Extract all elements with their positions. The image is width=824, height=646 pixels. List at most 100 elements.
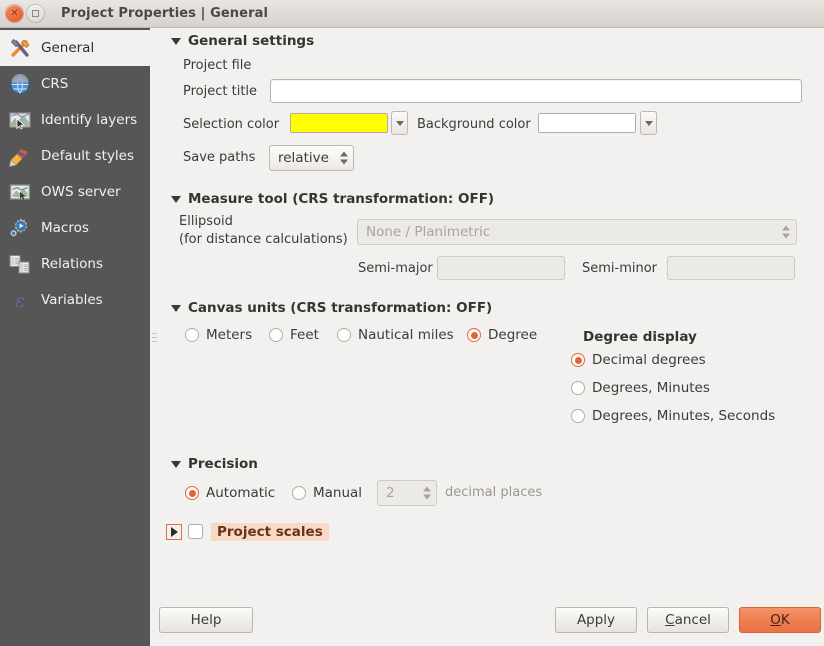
sidebar-item-variables[interactable]: ε Variables [0,282,150,318]
semi-major-label: Semi-major [358,261,433,276]
hammer-wrench-icon [8,36,32,60]
precision-manual[interactable]: Manual [292,485,362,501]
background-color-dropdown[interactable] [640,111,657,135]
apply-button[interactable]: Apply [555,607,637,633]
background-color-label: Background color [417,117,531,132]
general-settings-title: General settings [188,33,314,49]
radio-icon[interactable] [571,353,585,367]
triangle-down-icon[interactable] [171,196,181,203]
sidebar-item-ows-server[interactable]: OWS server [0,174,150,210]
precision-label: Manual [313,485,362,501]
selection-color-swatch[interactable] [290,113,388,133]
canvas-unit-feet[interactable]: Feet [269,327,319,343]
triangle-down-icon[interactable] [171,38,181,45]
paintbrush-icon [8,144,32,168]
spinner-arrows-icon[interactable] [423,487,431,500]
decimal-places-spinbox[interactable]: 2 [377,480,437,506]
canvas-unit-meters[interactable]: Meters [185,327,252,343]
radio-icon[interactable] [571,409,585,423]
settings-panel: General settings Project file Project ti… [159,28,824,646]
measure-tool-title: Measure tool (CRS transformation: OFF) [188,191,494,207]
project-title-input[interactable] [270,79,802,103]
selection-color-label: Selection color [183,117,279,132]
precision-automatic[interactable]: Automatic [185,485,275,501]
semi-major-input[interactable] [437,256,565,280]
globe-icon [8,72,32,96]
sidebar-item-label: General [41,40,94,56]
sidebar-item-default-styles[interactable]: Default styles [0,138,150,174]
gear-play-icon [8,216,32,240]
degree-display-degrees-minutes-seconds[interactable]: Degrees, Minutes, Seconds [571,408,775,424]
ellipsoid-value: None / Planimetric [366,224,490,240]
radio-icon[interactable] [467,328,481,342]
svg-text:ε: ε [15,290,25,312]
general-settings-header[interactable]: General settings [171,33,314,49]
background-color-swatch[interactable] [538,113,636,133]
radio-icon[interactable] [292,486,306,500]
help-button[interactable]: Help [159,607,253,633]
ok-rest: K [781,612,790,628]
radio-icon[interactable] [185,328,199,342]
maximize-icon[interactable] [27,5,44,22]
tables-icon [8,252,32,276]
degree-display-decimal-degrees[interactable]: Decimal degrees [571,352,706,368]
cancel-rest: ancel [675,612,711,628]
panel-splitter[interactable] [150,28,159,646]
project-scales-checkbox[interactable] [188,524,203,539]
sidebar-item-general[interactable]: General [0,30,150,66]
project-scales-expander[interactable] [166,524,182,540]
canvas-units-header[interactable]: Canvas units (CRS transformation: OFF) [171,300,492,316]
save-paths-combo[interactable]: relative [269,145,354,171]
degree-display-label: Degrees, Minutes, Seconds [592,408,775,424]
project-scales-label[interactable]: Project scales [211,523,329,541]
sidebar-item-identify-layers[interactable]: Identify layers [0,102,150,138]
project-file-label: Project file [183,58,251,73]
radio-icon[interactable] [269,328,283,342]
precision-header[interactable]: Precision [171,456,258,472]
degree-display-degrees-minutes[interactable]: Degrees, Minutes [571,380,710,396]
project-file-value [274,56,774,74]
semi-minor-label: Semi-minor [582,261,657,276]
background-color-fill [539,114,635,132]
canvas-unit-label: Feet [290,327,319,343]
epsilon-icon: ε [8,288,32,312]
degree-display-title: Degree display [583,329,697,345]
sidebar-item-label: OWS server [41,184,121,200]
canvas-unit-nautical-miles[interactable]: Nautical miles [337,327,454,343]
sidebar-item-label: Identify layers [41,112,137,128]
cancel-button[interactable]: Cancel [647,607,729,633]
radio-icon[interactable] [185,486,199,500]
selection-color-fill [291,114,387,132]
title-bar: ✕ Project Properties | General [0,0,824,28]
degree-display-label: Decimal degrees [592,352,706,368]
canvas-unit-label: Nautical miles [358,327,454,343]
triangle-down-icon[interactable] [171,305,181,312]
precision-title: Precision [188,456,258,472]
canvas-unit-label: Degree [488,327,537,343]
canvas-unit-label: Meters [206,327,252,343]
sidebar-item-relations[interactable]: Relations [0,246,150,282]
measure-tool-header[interactable]: Measure tool (CRS transformation: OFF) [171,191,494,207]
decimal-places-value: 2 [386,485,395,501]
radio-icon[interactable] [571,381,585,395]
save-paths-value: relative [278,150,329,166]
project-title-label: Project title [183,84,257,99]
semi-minor-input[interactable] [667,256,795,280]
sidebar-item-crs[interactable]: CRS [0,66,150,102]
radio-icon[interactable] [337,328,351,342]
project-properties-dialog: ✕ Project Properties | General General [0,0,824,646]
ok-button[interactable]: OK [739,607,821,633]
selection-color-dropdown[interactable] [391,111,408,135]
sidebar-item-macros[interactable]: Macros [0,210,150,246]
ellipsoid-combo[interactable]: None / Planimetric [357,219,797,245]
sidebar-item-label: Macros [41,220,89,236]
ellipsoid-label: Ellipsoid [179,214,233,229]
canvas-unit-degree[interactable]: Degree [467,327,537,343]
sidebar-item-label: Relations [41,256,103,272]
window-title: Project Properties | General [61,6,268,21]
ok-accel: O [770,612,781,628]
map-cursor-icon [8,108,32,132]
precision-label: Automatic [206,485,275,501]
triangle-down-icon[interactable] [171,461,181,468]
close-icon[interactable]: ✕ [6,5,23,22]
